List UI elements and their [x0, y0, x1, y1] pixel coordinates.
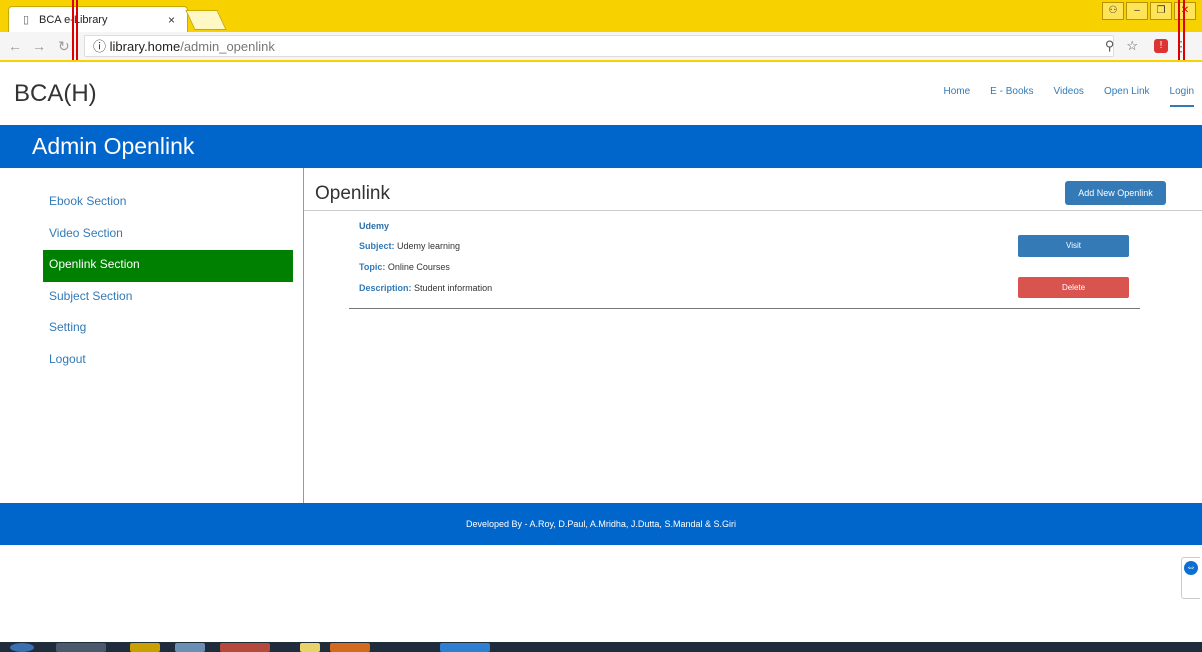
- back-icon[interactable]: ←: [8, 38, 22, 54]
- site-footer: Developed By - A.Roy, D.Paul, A.Mridha, …: [0, 503, 1202, 545]
- add-openlink-button[interactable]: Add New Openlink: [1065, 181, 1166, 205]
- top-nav: Home E - Books Videos Open Link Login: [923, 86, 1194, 107]
- subject-value: Udemy learning: [397, 241, 461, 251]
- window-controls: ⚇ – ❐ ✕: [1102, 2, 1196, 20]
- url-host: library.home: [109, 39, 181, 54]
- red-marker-line: [76, 0, 78, 60]
- taskbar-item[interactable]: [440, 643, 490, 652]
- page-title: Admin Openlink: [32, 133, 195, 159]
- sidebar-item-openlink[interactable]: Openlink Section: [43, 250, 293, 282]
- sidebar-item-video[interactable]: Video Section: [43, 219, 293, 251]
- taskbar-item[interactable]: [220, 643, 270, 652]
- entry-name: Udemy: [359, 221, 390, 231]
- new-tab-button[interactable]: [185, 10, 227, 30]
- description-value: Student information: [414, 283, 493, 293]
- footer-credits: Developed By - A.Roy, D.Paul, A.Mridha, …: [466, 519, 736, 529]
- entry-subject-row: Subject: Udemy learning: [359, 241, 492, 262]
- tab-close-icon[interactable]: ×: [168, 13, 175, 27]
- reload-icon[interactable]: ↻: [58, 38, 70, 55]
- topic-value: Online Courses: [387, 262, 450, 272]
- delete-button[interactable]: Delete: [1018, 277, 1129, 298]
- description-label: Description:: [359, 283, 412, 293]
- taskbar-item[interactable]: [130, 643, 160, 652]
- page-banner: Admin Openlink: [0, 125, 1202, 168]
- sidebar-item-logout[interactable]: Logout: [43, 345, 293, 377]
- site-brand[interactable]: BCA(H): [14, 80, 97, 108]
- nav-login[interactable]: Login: [1169, 86, 1194, 107]
- taskbar-item[interactable]: [300, 643, 320, 652]
- title-divider: [304, 210, 1202, 211]
- sidebar-item-setting[interactable]: Setting: [43, 313, 293, 345]
- topic-label: Topic:: [359, 262, 386, 272]
- teamviewer-icon: ⇔: [1184, 561, 1198, 575]
- subject-label: Subject:: [359, 241, 395, 251]
- red-marker-line: [1183, 0, 1185, 60]
- restore-button[interactable]: ❐: [1150, 2, 1172, 20]
- taskbar-item[interactable]: [175, 643, 205, 652]
- taskbar-item[interactable]: [56, 643, 106, 652]
- forward-icon[interactable]: →: [32, 38, 46, 54]
- entry-description-row: Description: Student information: [359, 283, 492, 304]
- red-marker-line: [1178, 0, 1180, 60]
- os-taskbar: [0, 642, 1202, 652]
- url-path: /admin_openlink: [180, 39, 275, 54]
- section-title: Openlink: [315, 183, 390, 204]
- bookmark-star-icon[interactable]: ☆: [1126, 38, 1138, 54]
- entry-topic-row: Topic: Online Courses: [359, 262, 492, 283]
- sidebar-divider: [303, 168, 304, 503]
- admin-sidebar: Ebook Section Video Section Openlink Sec…: [43, 187, 293, 376]
- remote-support-widget[interactable]: ⇔: [1181, 557, 1200, 599]
- url-actions: ⚲ ☆: [1105, 38, 1138, 54]
- entry-divider: [349, 308, 1140, 309]
- nav-videos[interactable]: Videos: [1054, 86, 1084, 107]
- sidebar-item-subject[interactable]: Subject Section: [43, 282, 293, 314]
- start-button[interactable]: [10, 643, 34, 652]
- page-icon: ▯: [23, 14, 30, 26]
- user-icon[interactable]: ⚇: [1102, 2, 1124, 20]
- browser-menu-icon[interactable]: ⋮: [1174, 38, 1188, 55]
- red-marker-line: [72, 0, 74, 60]
- minimize-button[interactable]: –: [1126, 2, 1148, 20]
- extension-shield-icon[interactable]: !: [1154, 39, 1168, 53]
- url-input[interactable]: ⓘ library.home/admin_openlink: [84, 35, 1114, 57]
- openlink-entry: Udemy Subject: Udemy learning Topic: Onl…: [359, 221, 492, 304]
- nav-home[interactable]: Home: [943, 86, 970, 107]
- zoom-icon[interactable]: ⚲: [1105, 38, 1115, 54]
- info-icon[interactable]: ⓘ: [93, 39, 106, 54]
- taskbar-item[interactable]: [330, 643, 370, 652]
- browser-tab-bar: ▯ BCA e-Library × ⚇ – ❐ ✕: [0, 0, 1202, 32]
- browser-tab[interactable]: ▯ BCA e-Library ×: [8, 6, 188, 32]
- nav-ebooks[interactable]: E - Books: [990, 86, 1033, 107]
- nav-open-link[interactable]: Open Link: [1104, 86, 1150, 107]
- visit-button[interactable]: Visit: [1018, 235, 1129, 257]
- address-bar-row: ← → ↻ ⓘ library.home/admin_openlink ⚲ ☆ …: [0, 32, 1202, 62]
- sidebar-item-ebook[interactable]: Ebook Section: [43, 187, 293, 219]
